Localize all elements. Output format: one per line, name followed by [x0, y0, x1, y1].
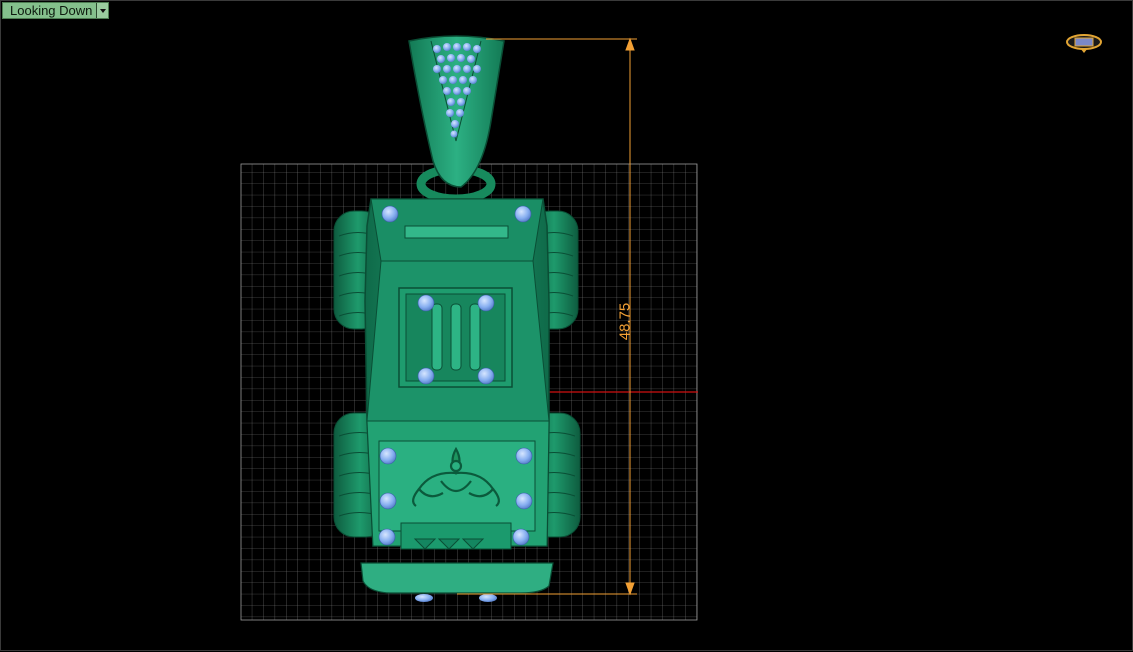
view-mode-label: Looking Down: [10, 3, 93, 18]
pendant-model[interactable]: [333, 35, 581, 602]
dimension-value: 48.75: [616, 302, 634, 340]
dimension-value-label: 48.75: [612, 301, 638, 341]
chevron-down-icon[interactable]: [96, 3, 109, 18]
view-mode-dropdown[interactable]: Looking Down: [2, 2, 110, 19]
bumper-plate: [360, 562, 554, 594]
grille: [400, 522, 512, 550]
3d-viewport[interactable]: Looking Down 48.75: [0, 0, 1133, 651]
windshield-bar: [404, 225, 509, 239]
model-canvas[interactable]: [1, 1, 1133, 652]
view-cube-icon[interactable]: [1066, 34, 1102, 53]
